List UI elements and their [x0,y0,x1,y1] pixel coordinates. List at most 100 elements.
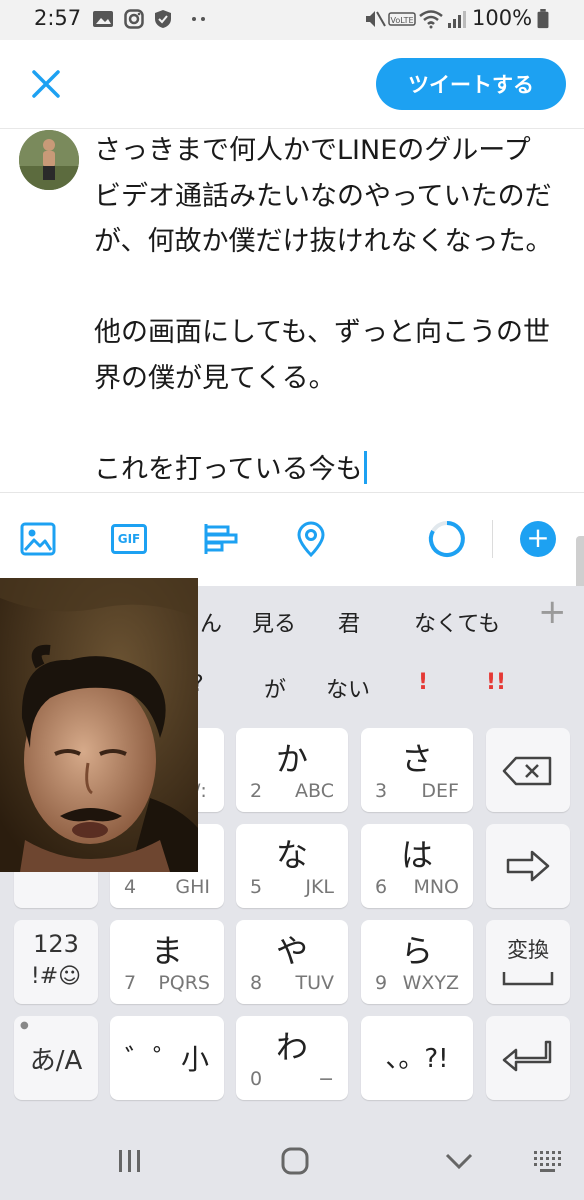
location-pin-icon [297,521,325,557]
key-ya-num: 8 [250,972,263,994]
key-ha[interactable]: は 6 MNO [361,824,473,908]
location-button[interactable] [290,518,332,560]
arrow-right-icon [506,850,550,882]
key-wa[interactable]: わ 0 − [236,1016,348,1100]
close-icon[interactable] [26,64,66,104]
tweet-button[interactable]: ツイートする [376,58,566,110]
key-sa-label: さ [400,740,433,778]
suggestion-9[interactable]: !! [486,670,506,695]
toolbar-separator [492,520,493,558]
suggestion-6[interactable]: が [264,672,286,704]
key-ha-sub: MNO [413,876,459,898]
key-ra[interactable]: ら 9 WXYZ [361,920,473,1004]
instagram-icon [124,9,144,29]
key-ma-num: 7 [124,972,137,994]
enter-key[interactable] [486,1016,570,1100]
back-chevron-down-icon[interactable] [442,1148,476,1174]
battery-icon [537,9,549,29]
key-na-num: 5 [250,876,263,898]
suggestion-expand-icon[interactable]: + [538,592,567,632]
cursor-right-key[interactable] [486,824,570,908]
avatar-image [19,130,79,190]
text-caret [363,450,367,484]
image-icon [20,522,56,556]
toolbar-divider [0,492,584,493]
key-ha-num: 6 [375,876,388,898]
tweet-text: さっきまで何人かでLINEのグループ ビデオ通話みたいなのやっていたのだ が、何… [94,135,553,485]
key-sa-num: 3 [375,780,388,802]
home-icon[interactable] [278,1144,312,1178]
convert-key-label: 変換 [507,938,549,962]
mode-key[interactable]: 123 !#☺ [14,920,98,1004]
status-bar: 2:57 VoLTE 100% [0,0,584,40]
shield-icon [155,10,171,28]
key-sa[interactable]: さ 3 DEF [361,728,473,812]
key-ka-sub: ABC [295,780,334,802]
svg-text:VoLTE: VoLTE [390,16,413,25]
key-ma-label: ま [150,932,183,970]
key-ta-sub: GHI [175,876,210,898]
punctuation-key[interactable]: 、。?! [361,1016,473,1100]
status-time: 2:57 [34,6,82,30]
video-call-image [0,578,198,872]
suggestion-8[interactable]: ! [418,670,428,695]
key-ha-label: は [400,836,433,874]
add-tweet-button[interactable]: + [520,521,556,557]
gif-label: GIF [111,524,147,554]
poll-button[interactable] [199,518,241,560]
key-ka-num: 2 [250,780,263,802]
space-icon [502,972,554,986]
suggestion-1[interactable]: ん [200,606,222,638]
backspace-key[interactable] [486,728,570,812]
key-ra-label: ら [400,932,433,970]
key-na-label: な [275,836,308,874]
gallery-icon [93,11,113,27]
dakuten-key-label: ゛゜小 [124,1043,209,1076]
enter-icon [502,1040,552,1072]
key-wa-sub: − [318,1068,334,1090]
suggestion-3[interactable]: 君 [338,606,360,638]
language-key-label: あ/A [29,1046,83,1076]
suggestion-2[interactable]: 見る [252,606,296,638]
backspace-icon [502,756,552,786]
language-key[interactable]: ● あ/A [14,1016,98,1100]
key-ka[interactable]: か 2 ABC [236,728,348,812]
suggestion-7[interactable]: ない [326,672,370,704]
key-ma-sub: PQRS [158,972,210,994]
poll-icon [204,524,238,554]
key-ya-sub: TUV [295,972,334,994]
key-wa-num: 0 [250,1068,263,1090]
keyboard-switch-icon[interactable] [530,1146,568,1176]
key-ya-label: や [275,932,308,970]
key-ta-num: 4 [124,876,137,898]
key-ka-label: か [275,740,308,778]
key-ra-sub: WXYZ [402,972,459,994]
key-na[interactable]: な 5 JKL [236,824,348,908]
language-key-dot: ● [20,1020,29,1031]
mute-icon [366,11,386,27]
battery-percent: 100% [472,6,533,30]
punctuation-key-label: 、。?! [385,1044,449,1074]
key-wa-label: わ [275,1028,308,1066]
character-count-ring-icon [428,521,465,557]
recent-apps-icon[interactable] [114,1146,146,1176]
wifi-icon [419,10,443,29]
dakuten-key[interactable]: ゛゜小 [110,1016,224,1100]
more-dots-icon [192,17,205,21]
tweet-text-input[interactable]: さっきまで何人かでLINEのグループ ビデオ通話みたいなのやっていたのだ が、何… [94,128,570,492]
signal-icon [448,11,466,28]
volte-icon: VoLTE [388,12,416,26]
key-ya[interactable]: や 8 TUV [236,920,348,1004]
image-button[interactable] [17,518,59,560]
key-na-sub: JKL [305,876,334,898]
convert-key[interactable]: 変換 [486,920,570,1004]
gif-button[interactable]: GIF [108,518,150,560]
suggestion-4[interactable]: なくても [414,606,500,638]
mode-key-sub: !#☺ [30,964,82,989]
avatar[interactable] [19,130,79,190]
key-ra-num: 9 [375,972,388,994]
key-sa-sub: DEF [421,780,459,802]
video-call-pip-window[interactable] [0,578,198,872]
mode-key-label: 123 [33,930,79,958]
key-ma[interactable]: ま 7 PQRS [110,920,224,1004]
